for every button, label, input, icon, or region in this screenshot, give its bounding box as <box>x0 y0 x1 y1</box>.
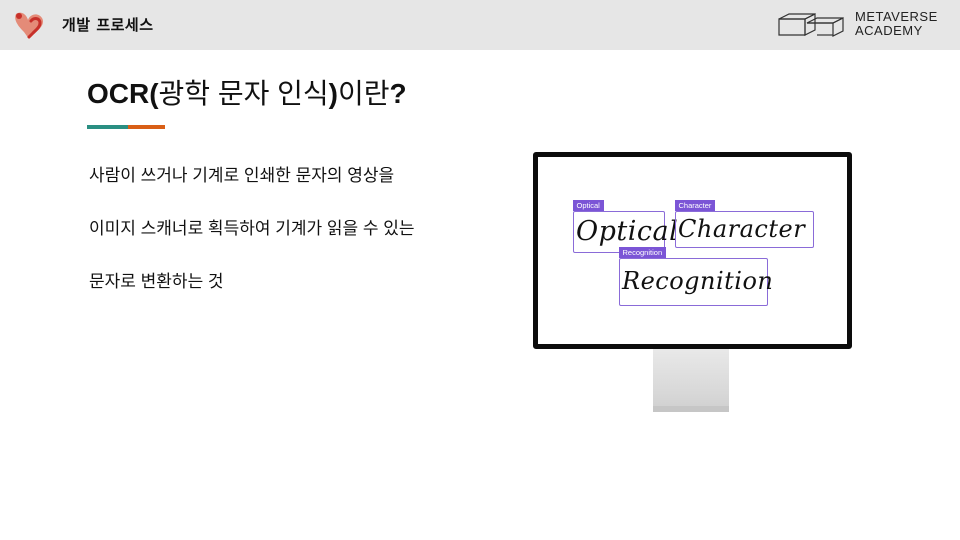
monitor-illustration: Optical Optical Character Character Reco… <box>533 152 852 414</box>
underline-teal <box>87 125 128 129</box>
brand-line-1: METAVERSE <box>855 9 938 24</box>
brand-text: METAVERSE ACADEMY <box>855 10 955 38</box>
title-korean-end: 이란 <box>338 78 390 109</box>
title-prefix: OCR( <box>87 78 159 109</box>
ocr-box-recognition: Recognition Recognition <box>618 247 773 306</box>
section-title: 개발 프로세스 <box>62 16 154 34</box>
definition-line-2: 이미지 스캐너로 획득하여 기계가 읽을 수 있는 <box>89 219 415 238</box>
brand-line-2: ACADEMY <box>855 23 923 38</box>
monitor-screen: Optical Optical Character Character Reco… <box>533 152 852 349</box>
brand-logo: METAVERSE ACADEMY <box>777 9 952 41</box>
person-heart-logo-icon <box>15 12 44 39</box>
ocr-word-optical: Optical <box>576 216 679 247</box>
page-title: OCR(광학 문자 인식)이란? <box>87 72 407 112</box>
header-bar: 개발 프로세스 METAVERSE ACADEMY <box>0 0 960 50</box>
monitor-stand-base <box>653 406 729 412</box>
underline-orange <box>128 125 165 129</box>
ocr-word-recognition: Recognition <box>622 267 774 295</box>
ocr-tag-optical: Optical <box>572 200 604 211</box>
ocr-tag-recognition: Recognition <box>618 247 667 258</box>
definition-line-1: 사람이 쓰거나 기계로 인쇄한 문자의 영상을 <box>89 166 395 185</box>
monitor-stand <box>653 348 729 412</box>
ocr-box-character: Character Character <box>674 200 814 248</box>
definition-text: 사람이 쓰거나 기계로 인쇄한 문자의 영상을 이미지 스캐너로 획득하여 기계… <box>89 163 509 322</box>
title-korean: 광학 문자 인식 <box>158 78 329 109</box>
definition-line-3: 문자로 변환하는 것 <box>89 272 224 291</box>
ocr-tag-character: Character <box>674 200 716 211</box>
stacked-blocks-icon <box>778 13 844 37</box>
title-close-paren: ) <box>328 78 338 109</box>
title-question-mark: ? <box>389 78 407 109</box>
ocr-word-character: Character <box>678 215 806 243</box>
title-underline <box>87 125 165 129</box>
